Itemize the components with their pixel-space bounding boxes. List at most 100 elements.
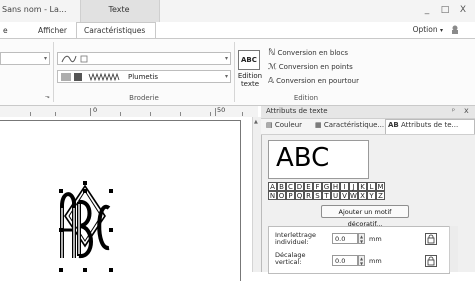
properties-scrollbar[interactable] [449,226,458,272]
stitch-type-label: Plumetis [128,73,159,81]
window-title: Sans nom - La... [2,5,67,14]
character-cell[interactable]: H [331,182,340,191]
offset-input[interactable]: 0.0 [332,255,358,266]
character-cell[interactable]: I [340,182,349,191]
selection-handle[interactable] [109,268,113,272]
character-cell[interactable]: G [322,182,331,191]
stitch-type-combo[interactable]: Plumetis ▾ [57,70,231,83]
offset-label-line2: vertical: [275,258,302,266]
edit-text-button[interactable]: Edition texte [236,72,264,88]
spacing-stepper[interactable]: ▲ ▼ [358,233,365,244]
selection-handle[interactable] [83,189,87,193]
character-cell[interactable]: Y [367,191,376,200]
character-cell[interactable]: F [313,182,322,191]
tab-couleur-label: Couleur [274,121,303,129]
ruler-tick [215,108,216,116]
selection-handle[interactable] [59,228,63,232]
dialog-launcher-icon[interactable]: ⬎ [45,93,50,100]
ruler-tick [150,112,151,116]
scroll-up-icon[interactable]: ▲ [254,119,258,125]
ruler-tick [90,108,91,116]
convert-outline-label: Conversion en pourtour [276,77,359,85]
character-cell[interactable]: K [358,182,367,191]
character-cell[interactable]: E [304,182,313,191]
character-cell[interactable]: Q [295,191,304,200]
character-cell[interactable]: X [358,191,367,200]
pin-icon[interactable]: ᵖ [452,107,455,115]
edit-text-icon[interactable]: ABC [238,50,260,70]
tab-attributs-label: Attributs de te... [401,121,459,129]
tab-partial[interactable]: e [3,24,8,37]
panel-close-icon[interactable]: x [464,106,469,115]
ruler-tick [30,112,31,116]
left-combo[interactable]: ▾ [0,52,50,65]
character-cell[interactable]: O [277,191,286,200]
selection-handle[interactable] [59,189,63,193]
selection-handle[interactable] [83,268,87,272]
workspace-vertical-scrollbar[interactable]: ▲ [252,117,261,272]
character-cell[interactable]: S [313,191,322,200]
character-cell[interactable]: L [367,182,376,191]
spacing-unit: mm [369,235,382,243]
character-cell[interactable]: N [268,191,277,200]
ruler-tick [120,112,121,116]
maximize-button[interactable]: □ [438,4,452,16]
character-cell[interactable]: A [268,182,277,191]
selection-handle[interactable] [109,189,113,193]
spacing-label-line2: individuel: [275,238,309,246]
character-cell[interactable]: M [376,182,385,191]
edit-text-label-line2: texte [240,80,260,88]
character-cell[interactable]: B [277,182,286,191]
selection-handle[interactable] [59,268,63,272]
character-cell[interactable]: U [331,191,340,200]
convert-points-button[interactable]: ℳ Conversion en points [268,62,353,72]
ribbon-tab-row [0,22,475,39]
add-decorative-motif-button[interactable]: Ajouter un motif décoratif... [321,205,409,228]
character-cell[interactable]: D [295,182,304,191]
blocks-icon: ℕ [268,48,276,58]
help-icon[interactable] [451,25,459,34]
selection-handle[interactable] [109,228,113,232]
character-cell[interactable]: V [340,191,349,200]
close-button[interactable]: X [456,4,470,16]
chevron-down-icon: ▾ [439,27,443,34]
lock-icon[interactable] [425,233,437,245]
character-cell[interactable]: P [286,191,295,200]
convert-outline-button[interactable]: 𝔸 Conversion en pourtour [268,76,359,86]
spacing-input[interactable]: 0.0 [332,233,358,244]
character-cell[interactable]: Z [376,191,385,200]
tab-caracteristiques[interactable]: Caractéristiques [84,24,145,37]
edit-text-label-line1: Edition [237,72,263,80]
ruler-label-50: 50 [217,106,226,114]
ruler-tick [242,112,243,116]
tab-couleur[interactable]: ▤ Couleur [266,121,302,129]
text-preview: ABC [276,143,330,173]
line-style-combo[interactable]: ▾ [57,52,231,65]
offset-unit: mm [369,257,382,265]
ruler-tick [55,112,56,116]
tab-afficher[interactable]: Afficher [38,24,67,37]
option-menu[interactable]: Option ▾ [413,25,443,34]
tab-caracteristique[interactable]: ▦ Caractéristique... [315,121,384,129]
ruler-tick [180,112,181,116]
lock-icon[interactable] [425,255,437,267]
character-cell[interactable]: T [322,191,331,200]
offset-stepper[interactable]: ▲ ▼ [358,255,365,266]
character-cell[interactable]: J [349,182,358,191]
offset-label: Décalage vertical: [275,252,305,266]
color-icon: ▤ [266,121,273,129]
option-label: Option [412,25,438,34]
character-cell[interactable]: W [349,191,358,200]
rotate-handle[interactable] [83,181,87,185]
panel-title: Attributs de texte [266,107,328,115]
context-tab-label[interactable]: Texte [80,5,158,14]
convert-blocks-button[interactable]: ℕ Conversion en blocs [268,48,348,58]
character-cell[interactable]: C [286,182,295,191]
abc-icon-text: ABC [241,56,257,64]
stitch-icon: ▦ [315,121,322,129]
character-cell[interactable]: R [304,191,313,200]
minimize-button[interactable]: _ [420,4,434,16]
tab-attributs-texte[interactable]: AB Attributs de te... [388,121,458,129]
character-grid: ABCDEFGHIJKLM NOPQRSTUVWXYZ [268,182,385,202]
ruler-label-0: 0 [93,106,98,114]
